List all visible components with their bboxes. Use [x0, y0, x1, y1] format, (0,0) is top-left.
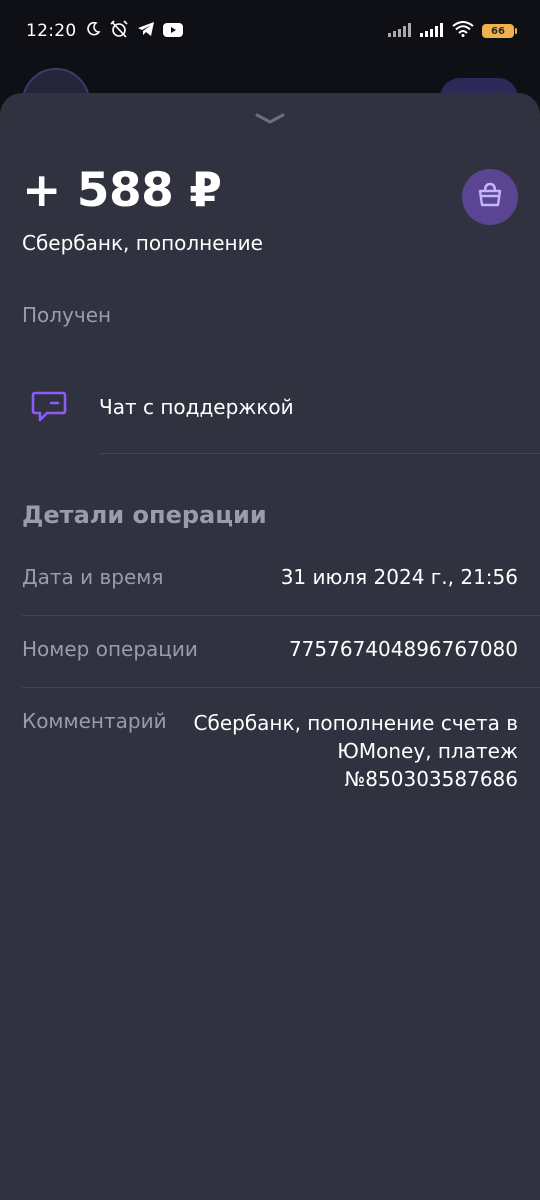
transaction-status: Получен [22, 303, 112, 327]
transaction-subtitle: Сбербанк, пополнение [22, 231, 263, 255]
detail-row-date: Дата и время 31 июля 2024 г., 21:56 [22, 565, 518, 589]
detail-label: Номер операции [22, 637, 198, 661]
status-bar: 12:20 66 [0, 0, 540, 62]
moon-icon [85, 21, 101, 41]
detail-value[interactable]: 775767404896767080 [289, 637, 518, 661]
signal-icon-2 [420, 22, 444, 41]
detail-label: Дата и время [22, 565, 164, 589]
shopping-bag-icon [476, 181, 504, 213]
status-right: 66 [388, 21, 517, 41]
detail-row-operation-number[interactable]: Номер операции 775767404896767080 [22, 637, 518, 661]
telegram-icon [137, 21, 155, 41]
detail-label: Комментарий [22, 709, 167, 733]
status-time: 12:20 [26, 21, 77, 41]
alarm-off-icon [109, 20, 129, 42]
divider [22, 687, 540, 688]
support-chat-label: Чат с поддержкой [99, 395, 294, 419]
transaction-amount: + 588 ₽ [22, 163, 222, 218]
signal-icon [388, 22, 412, 41]
shopping-bag-button[interactable] [462, 169, 518, 225]
support-chat-row[interactable]: Чат с поддержкой [0, 363, 540, 455]
youtube-icon [162, 22, 183, 41]
detail-value: Сбербанк, пополнение счета в ЮMoney, пла… [193, 711, 518, 791]
detail-value: 31 июля 2024 г., 21:56 [280, 565, 518, 589]
battery-icon: 66 [482, 24, 517, 38]
chevron-down-icon[interactable] [254, 111, 286, 125]
transaction-sheet: + 588 ₽ Сбербанк, пополнение Получен Чат… [0, 93, 540, 1200]
divider [99, 453, 540, 454]
wifi-icon [452, 21, 474, 41]
detail-row-comment: Комментарий Сбербанк, пополнение счета в… [22, 709, 518, 793]
chat-bubble-icon [30, 389, 68, 425]
status-left: 12:20 [26, 20, 183, 42]
divider [22, 615, 540, 616]
details-title: Детали операции [22, 501, 267, 529]
